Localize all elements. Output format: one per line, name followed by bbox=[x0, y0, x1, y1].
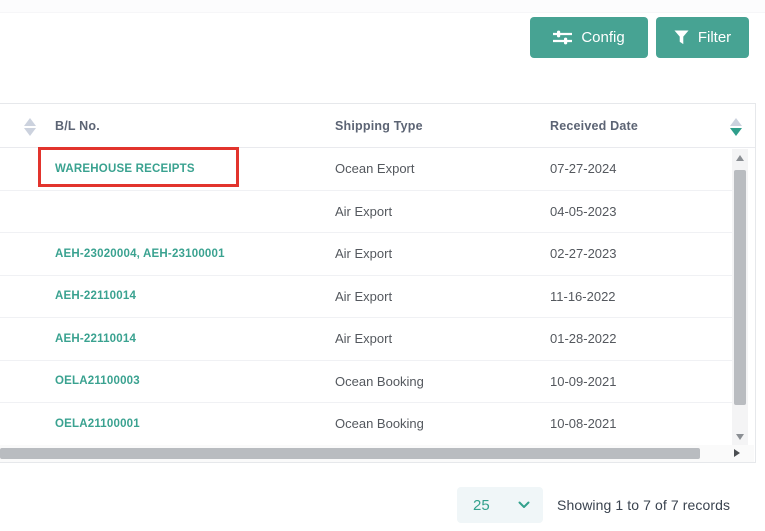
table-row[interactable]: AEH-23020004, AEH-23100001 Air Export 02… bbox=[0, 233, 732, 276]
horizontal-scrollbar[interactable] bbox=[0, 445, 754, 462]
shipments-table: B/L No. Shipping Type Received Date WARE… bbox=[0, 103, 756, 463]
scroll-up-arrow-icon[interactable] bbox=[736, 155, 744, 161]
sort-arrows-icon[interactable] bbox=[24, 118, 36, 136]
received-date-cell: 10-09-2021 bbox=[550, 361, 617, 403]
config-button[interactable]: Config bbox=[530, 17, 648, 58]
vertical-scrollbar[interactable] bbox=[732, 149, 748, 446]
bl-no-link[interactable]: AEH-23020004, AEH-23100001 bbox=[55, 233, 225, 275]
column-header-received-date[interactable]: Received Date bbox=[550, 104, 638, 148]
shipping-type-cell: Ocean Booking bbox=[335, 361, 424, 403]
page-size-select[interactable]: 25 bbox=[457, 487, 543, 523]
sliders-icon bbox=[553, 30, 572, 45]
table-header-row: B/L No. Shipping Type Received Date bbox=[0, 104, 755, 148]
table-body: WAREHOUSE RECEIPTS Ocean Export 07-27-20… bbox=[0, 148, 732, 446]
received-date-cell: 01-28-2022 bbox=[550, 318, 617, 360]
shipping-type-cell: Ocean Export bbox=[335, 148, 415, 190]
received-date-cell: 11-16-2022 bbox=[550, 276, 616, 318]
table-row[interactable]: OELA21100003 Ocean Booking 10-09-2021 bbox=[0, 361, 732, 404]
vertical-scrollbar-thumb[interactable] bbox=[734, 170, 746, 405]
scroll-right-arrow-icon[interactable] bbox=[734, 449, 740, 457]
filter-button[interactable]: Filter bbox=[656, 17, 749, 58]
received-date-cell: 04-05-2023 bbox=[550, 191, 617, 233]
shipping-type-cell: Ocean Booking bbox=[335, 403, 424, 445]
shipping-type-cell: Air Export bbox=[335, 318, 392, 360]
horizontal-scrollbar-thumb[interactable] bbox=[0, 448, 700, 459]
received-date-cell: 07-27-2024 bbox=[550, 148, 617, 190]
bl-no-link[interactable]: OELA21100003 bbox=[55, 361, 140, 403]
column-header-shipping-type[interactable]: Shipping Type bbox=[335, 104, 423, 148]
column-header-bl-no[interactable]: B/L No. bbox=[55, 104, 100, 148]
chevron-down-icon bbox=[518, 496, 530, 514]
bl-no-link[interactable]: AEH-22110014 bbox=[55, 276, 136, 318]
bl-no-link[interactable]: OELA21100001 bbox=[55, 403, 140, 445]
funnel-icon bbox=[674, 30, 689, 45]
shipping-type-cell: Air Export bbox=[335, 233, 392, 275]
config-button-label: Config bbox=[581, 29, 624, 46]
scroll-down-arrow-icon[interactable] bbox=[736, 434, 744, 440]
received-date-cell: 02-27-2023 bbox=[550, 233, 617, 275]
table-row[interactable]: WAREHOUSE RECEIPTS Ocean Export 07-27-20… bbox=[0, 148, 732, 191]
received-date-cell: 10-08-2021 bbox=[550, 403, 617, 445]
bl-no-link[interactable]: WAREHOUSE RECEIPTS bbox=[55, 148, 195, 190]
table-row[interactable]: OELA21100001 Ocean Booking 10-08-2021 bbox=[0, 403, 732, 446]
table-row[interactable]: AEH-22110014 Air Export 01-28-2022 bbox=[0, 318, 732, 361]
bl-no-link[interactable]: AEH-22110014 bbox=[55, 318, 136, 360]
top-divider bbox=[0, 0, 765, 13]
filter-button-label: Filter bbox=[698, 29, 731, 46]
sort-arrows-icon-received-date[interactable] bbox=[730, 118, 742, 136]
records-summary: Showing 1 to 7 of 7 records bbox=[557, 487, 730, 523]
table-row[interactable]: AEH-22110014 Air Export 11-16-2022 bbox=[0, 276, 732, 319]
table-row[interactable]: Air Export 04-05-2023 bbox=[0, 191, 732, 234]
page-size-value: 25 bbox=[473, 497, 490, 514]
shipping-type-cell: Air Export bbox=[335, 191, 392, 233]
shipping-type-cell: Air Export bbox=[335, 276, 392, 318]
